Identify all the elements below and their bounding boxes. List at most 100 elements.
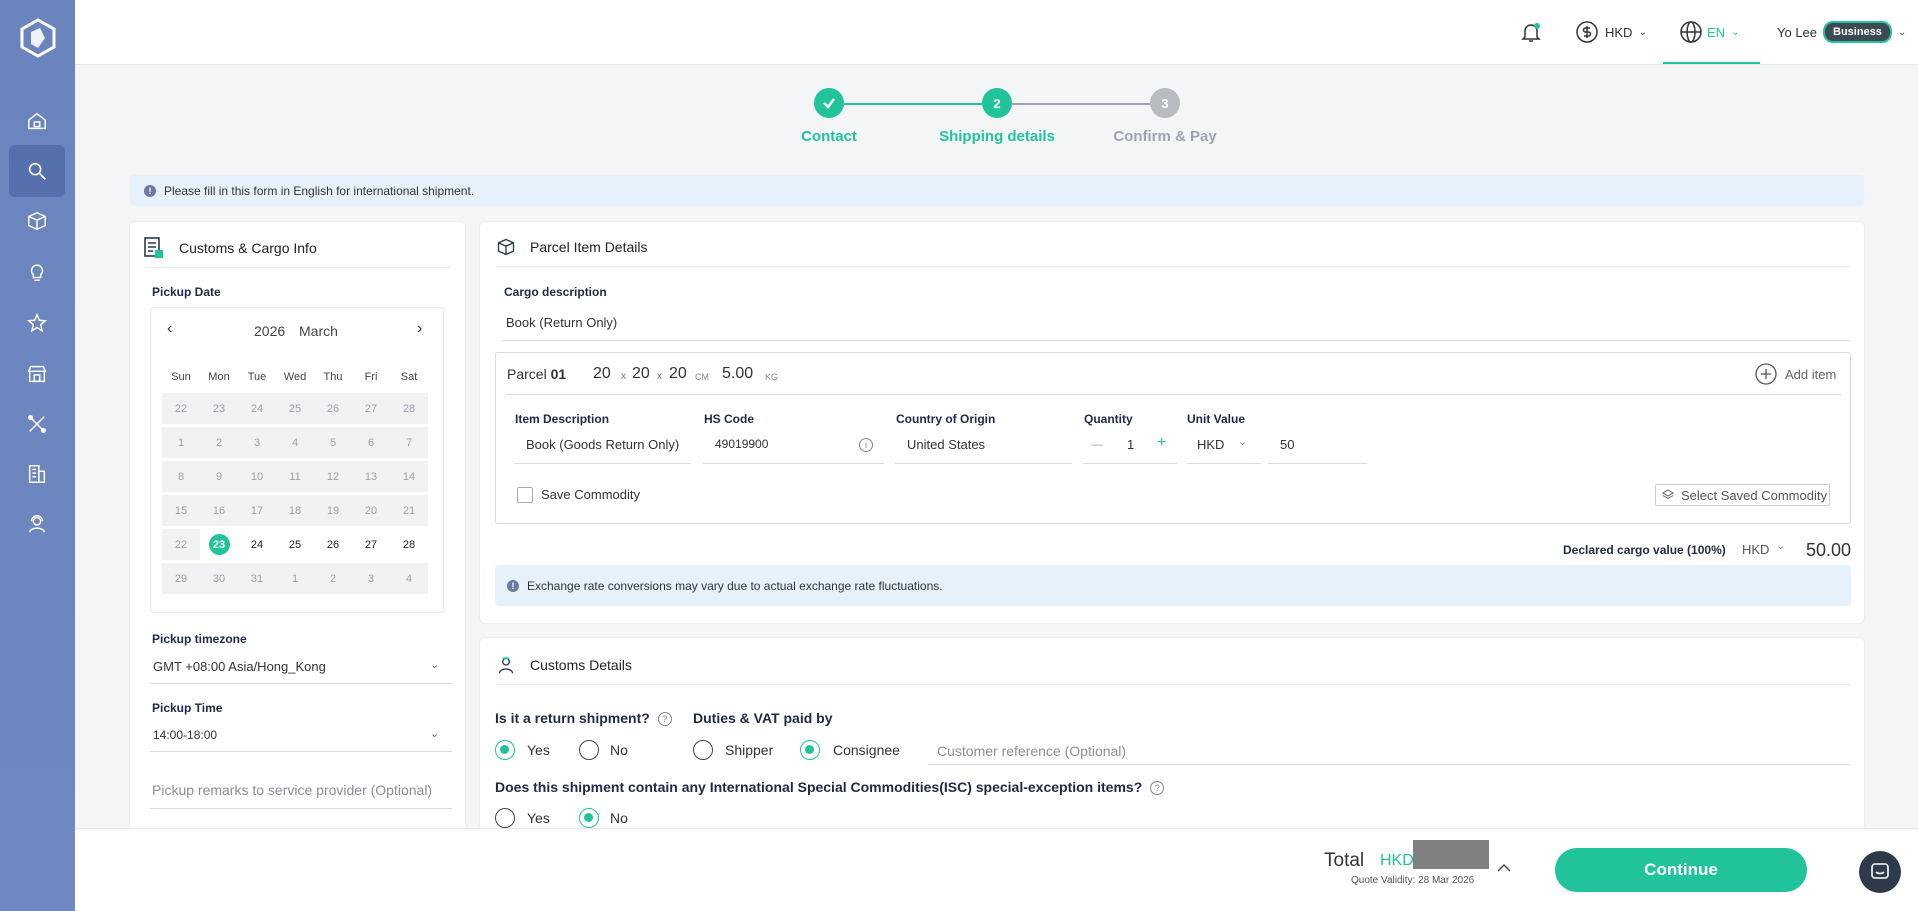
calendar-day: 27 [352,393,390,424]
quantity-decrement-button[interactable]: — [1091,437,1103,451]
sidebar-item-company[interactable] [9,448,65,500]
unit-currency-select[interactable]: HKD [1197,437,1224,452]
info-icon: ! [144,184,156,197]
item-description-header: Item Description [515,412,610,426]
dimension-height[interactable]: 20 [669,365,687,383]
isc-no-label: No [610,810,628,826]
sidebar-item-favorites[interactable] [9,297,65,349]
notifications-button[interactable] [1519,0,1543,64]
declared-currency-select[interactable]: HKD [1742,542,1769,557]
calendar-day[interactable]: 27 [352,529,390,560]
duties-shipper-radio[interactable] [693,740,713,760]
save-commodity-checkbox[interactable] [517,487,533,503]
chevron-down-icon: ⌄ [430,659,440,671]
field-underline [514,463,691,464]
exchange-rate-notice: ! Exchange rate conversions may vary due… [495,565,1851,606]
pickup-remarks-input[interactable]: Pickup remarks to service provider (Opti… [152,782,432,798]
calendar-day: 3 [352,563,390,594]
unit-value-header: Unit Value [1187,412,1246,426]
pickup-timezone-select[interactable]: GMT +08:00 Asia/Hong_Kong [153,659,326,674]
continue-button[interactable]: Continue [1555,848,1807,892]
hs-code-input[interactable]: 49019900 [715,437,768,451]
cargo-description-input[interactable]: Book (Return Only) [506,315,617,330]
duties-consignee-radio[interactable] [800,740,820,760]
step-1-label[interactable]: Contact [801,128,857,145]
calendar-day: 4 [276,427,314,458]
select-saved-commodity-button[interactable]: Select Saved Commodity [1655,484,1830,506]
bell-icon [1521,23,1541,42]
field-underline [928,764,1850,765]
currency-selector[interactable]: HKD ⌄ [1575,0,1647,64]
plus-circle-icon [1755,363,1777,385]
pickup-timezone-label: Pickup timezone [152,632,247,646]
calendar-day: 10 [238,461,276,492]
info-icon: ! [507,579,519,592]
customer-reference-input[interactable]: Customer reference (Optional) [937,743,1126,759]
calendar-day[interactable]: 28 [390,529,428,560]
chevron-down-icon: ⌄ [1897,26,1907,38]
app-logo-icon[interactable] [18,18,58,58]
calendar-day: 4 [390,563,428,594]
live-chat-button[interactable] [1859,851,1901,893]
parcel-weight[interactable]: 5.00 [722,365,753,383]
calendar-day[interactable]: 24 [238,529,276,560]
sidebar-item-support[interactable] [9,498,65,550]
calendar-day: 20 [352,495,390,526]
document-icon [144,237,163,258]
isc-yes-radio[interactable] [495,808,515,828]
calendar-next-button[interactable]: › [417,320,422,338]
calendar-day: 31 [238,563,276,594]
quote-validity: Quote Validity: 28 Mar 2026 [1351,875,1475,886]
duties-shipper-label: Shipper [725,742,774,758]
return-yes-radio[interactable] [495,740,515,760]
save-commodity-label: Save Commodity [541,487,640,502]
add-item-button[interactable]: Add item [1755,363,1836,385]
step-1-check-icon[interactable] [814,88,844,118]
isc-question: Does this shipment contain any Internati… [495,779,1165,796]
support-agent-icon [28,515,46,533]
language-selector[interactable]: EN ⌄ [1679,0,1739,64]
calendar-day[interactable]: 23 [200,529,238,560]
sidebar-item-quote[interactable] [9,145,65,197]
parcel-box-icon [497,238,515,256]
sidebar-item-shipments[interactable] [9,195,65,247]
sidebar-item-tools[interactable] [9,398,65,450]
calendar-day: 26 [314,393,352,424]
hs-code-header: HS Code [704,412,755,426]
tools-icon [28,415,46,433]
quantity-input[interactable]: 1 [1127,437,1134,452]
dimension-length[interactable]: 20 [593,365,611,383]
calendar-day[interactable]: 25 [276,529,314,560]
help-icon[interactable]: ? [657,712,672,727]
hs-code-info-icon[interactable]: i [859,438,873,452]
chevron-up-icon[interactable] [1497,863,1511,873]
user-menu[interactable]: Yo Lee Business ⌄ [1777,0,1906,64]
calendar-year[interactable]: 2026 [254,323,285,339]
dimension-width[interactable]: 20 [632,365,650,383]
calendar-month[interactable]: March [299,323,338,339]
help-icon[interactable]: ? [1150,781,1165,796]
sidebar-item-ideas[interactable] [9,246,65,298]
calendar-day[interactable]: 26 [314,529,352,560]
times-sign: x [657,371,662,382]
pickup-time-select[interactable]: 14:00-18:00 [153,728,217,742]
item-description-input[interactable]: Book (Goods Return Only) [526,437,679,452]
isc-no-radio[interactable] [579,808,599,828]
step-2-number: 2 [982,88,1012,118]
calendar-day: 12 [314,461,352,492]
step-connector [844,103,982,105]
customs-officer-icon [498,657,514,674]
quantity-increment-button[interactable]: + [1157,434,1166,452]
country-of-origin-select[interactable]: United States [907,437,985,452]
sidebar-item-store[interactable] [9,348,65,400]
parcel-divider [506,394,1841,395]
english-notice-banner: ! Please fill in this form in English fo… [130,175,1864,206]
unit-value-input[interactable]: 50 [1280,437,1294,452]
total-label: Total [1324,850,1365,871]
calendar-day: 21 [390,495,428,526]
calendar-prev-button[interactable]: ‹ [167,320,172,338]
chevron-down-icon: ⌄ [1776,540,1786,552]
return-no-radio[interactable] [579,740,599,760]
duties-consignee-label: Consignee [833,742,900,758]
field-underline [1268,463,1367,464]
